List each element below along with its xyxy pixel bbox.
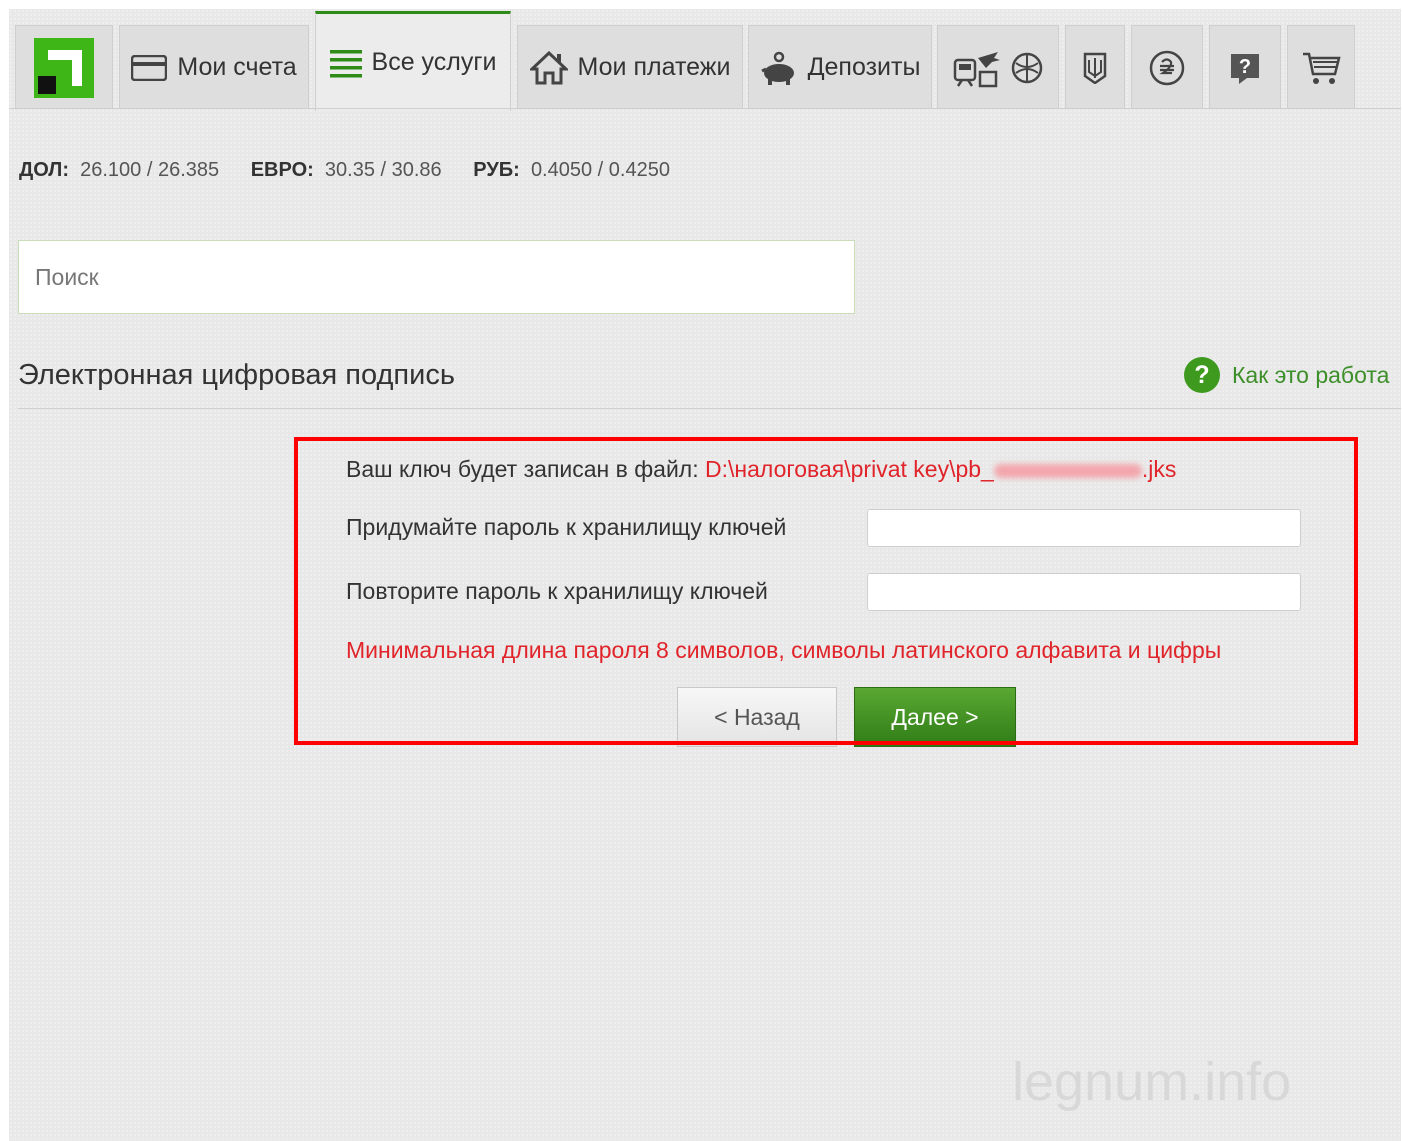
- rate-rub-value: 0.4050 / 0.4250: [530, 159, 670, 181]
- search-input[interactable]: [18, 240, 855, 314]
- rate-rub: РУБ: 0.4050 / 0.4250: [473, 159, 670, 181]
- rate-usd: ДОЛ: 26.100 / 26.385: [19, 159, 219, 181]
- nav-divider: [9, 108, 1401, 109]
- how-it-works-label: Как это работа: [1232, 361, 1390, 388]
- house-icon: [529, 50, 568, 85]
- tab-label: Все услуги: [371, 48, 497, 76]
- rate-usd-label: ДОЛ:: [19, 159, 69, 181]
- tab-my-accounts[interactable]: Мои счета: [119, 25, 309, 109]
- tab-cart[interactable]: [1287, 25, 1355, 109]
- how-it-works-link[interactable]: ? Как это работа: [1184, 357, 1401, 393]
- hryvnia-coin-icon: [1148, 49, 1186, 87]
- menu-lines-icon: [329, 48, 362, 78]
- page-title: Электронная цифровая подпись: [18, 359, 455, 391]
- tab-hryvnia[interactable]: [1131, 25, 1203, 109]
- question-icon: ?: [1227, 50, 1263, 86]
- rate-eur-label: ЕВРО:: [250, 159, 314, 181]
- tab-my-payments[interactable]: Мои платежи: [517, 25, 743, 109]
- rate-usd-value: 26.100 / 26.385: [80, 159, 220, 181]
- tab-all-services[interactable]: Все услуги: [315, 11, 511, 111]
- cart-icon: [1301, 50, 1341, 86]
- watermark: legnum.info: [1012, 1052, 1292, 1112]
- tab-label: Депозиты: [807, 53, 921, 81]
- train-plane-icon: [952, 48, 1002, 88]
- red-highlight-frame: [294, 437, 1358, 745]
- tab-trident[interactable]: [1065, 25, 1125, 109]
- rate-eur: ЕВРО: 30.35 / 30.86: [251, 159, 442, 181]
- rate-eur-value: 30.35 / 30.86: [324, 159, 442, 181]
- svg-text:?: ?: [1239, 56, 1251, 78]
- privatbank-logo-icon: [34, 37, 94, 98]
- section-divider: [18, 408, 1401, 409]
- exchange-rates: ДОЛ: 26.100 / 26.385 ЕВРО: 30.35 / 30.86…: [19, 159, 696, 182]
- rate-rub-label: РУБ:: [473, 159, 520, 181]
- logo-tab[interactable]: [15, 25, 113, 109]
- tab-deposits[interactable]: Депозиты: [748, 25, 932, 109]
- page: Мои счета Все услуги Мои платежи Депозит…: [9, 9, 1401, 1141]
- globe-icon[interactable]: [1010, 51, 1044, 85]
- piggy-bank-icon: [760, 51, 798, 85]
- top-navigation: Мои счета Все услуги Мои платежи Депозит…: [9, 9, 1401, 111]
- help-circle-icon: ?: [1184, 357, 1220, 393]
- card-icon: [131, 54, 168, 81]
- trident-icon: [1083, 52, 1107, 84]
- tab-label: Мои счета: [177, 53, 297, 81]
- tab-travel[interactable]: [937, 25, 1059, 109]
- tab-help[interactable]: ?: [1209, 25, 1281, 109]
- tab-label: Мои платежи: [577, 53, 731, 81]
